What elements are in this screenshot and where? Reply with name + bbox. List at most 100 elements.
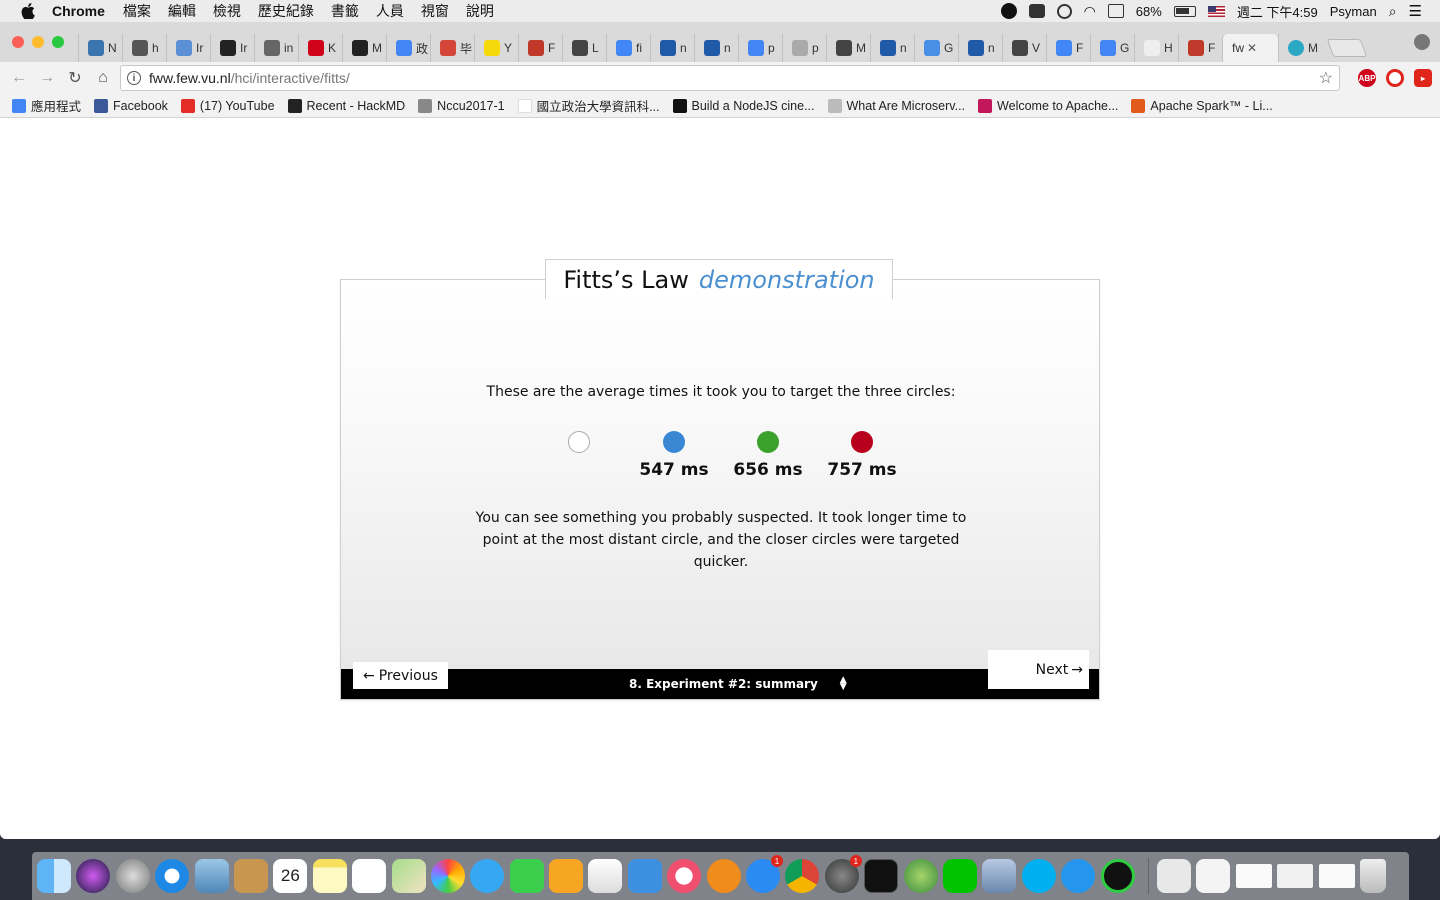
tab-22[interactable]: F <box>1046 34 1090 62</box>
reminders-icon[interactable] <box>352 859 387 893</box>
sync-status-icon[interactable] <box>1056 3 1072 19</box>
window-thumbnail-3-icon[interactable] <box>1318 864 1355 888</box>
tab-5[interactable]: K <box>298 34 342 62</box>
tab-17[interactable]: M <box>826 34 870 62</box>
tab-11[interactable]: L <box>562 34 606 62</box>
tab-4[interactable]: in <box>254 34 298 62</box>
photos-icon[interactable] <box>430 859 465 893</box>
airplay-icon[interactable] <box>1107 4 1124 18</box>
skype-icon[interactable] <box>1021 859 1056 893</box>
profile-avatar-icon[interactable] <box>1414 34 1430 50</box>
tab-active-fitts[interactable]: fw ✕ <box>1222 34 1278 62</box>
docker-status-icon[interactable] <box>1028 4 1045 18</box>
green-cloud-icon[interactable] <box>1100 859 1135 893</box>
window-minimize-icon[interactable] <box>32 36 44 48</box>
address-bar[interactable]: i fww.few.vu.nl /hci/interactive/fitts/ … <box>120 65 1340 91</box>
documents-stack-icon[interactable] <box>1156 859 1191 893</box>
clock[interactable]: 週二 下午4:59 <box>1237 2 1318 21</box>
messages-icon[interactable] <box>470 859 505 893</box>
bookmark-item[interactable]: 應用程式 <box>12 96 81 115</box>
tab-close-icon[interactable]: ✕ <box>1247 41 1257 55</box>
mail-bird-icon[interactable] <box>194 859 229 893</box>
line-app-icon[interactable] <box>942 859 977 893</box>
tab-25[interactable]: F <box>1178 34 1222 62</box>
tab-10[interactable]: F <box>518 34 562 62</box>
bookmark-item[interactable]: Apache Spark™ - Li... <box>1131 98 1273 113</box>
tab-6[interactable]: M <box>342 34 386 62</box>
bookmark-item[interactable]: Welcome to Apache... <box>978 98 1118 113</box>
window-zoom-icon[interactable] <box>52 36 64 48</box>
safari-icon[interactable] <box>155 859 190 893</box>
tab-8[interactable]: 毕 <box>430 34 474 62</box>
system-preferences-icon[interactable]: 1 <box>824 855 862 893</box>
chrome-icon[interactable] <box>785 859 820 893</box>
tab-1[interactable]: h <box>122 34 166 62</box>
siri-icon[interactable] <box>76 859 111 893</box>
new-tab-button[interactable] <box>1326 39 1368 57</box>
reload-icon[interactable]: ↻ <box>64 67 86 89</box>
calendar-icon[interactable]: 26 <box>273 859 308 893</box>
spotlight-search-icon[interactable]: ⌕ <box>1389 3 1397 20</box>
docker-edge-icon[interactable] <box>1061 859 1096 893</box>
extension-red-icon[interactable]: ▸ <box>1414 69 1432 87</box>
bookmark-item[interactable]: Build a NodeJS cine... <box>672 98 815 113</box>
preview-icon[interactable] <box>982 859 1017 893</box>
contacts-icon[interactable] <box>233 859 268 893</box>
menu-people[interactable]: 人員 <box>376 1 404 21</box>
tab-9[interactable]: Y <box>474 34 518 62</box>
terminal-icon[interactable] <box>864 859 899 893</box>
launchpad-icon[interactable] <box>115 859 150 893</box>
window-thumbnail-1-icon[interactable] <box>1235 864 1272 888</box>
window-thumbnail-2-icon[interactable] <box>1277 864 1314 888</box>
bookmark-item[interactable]: (17) YouTube <box>180 98 275 113</box>
battery-icon[interactable] <box>1173 5 1196 17</box>
bookmark-item[interactable]: Facebook <box>94 98 168 113</box>
android-studio-icon[interactable] <box>903 859 938 893</box>
forward-arrow-icon[interactable]: → <box>36 67 58 89</box>
home-icon[interactable]: ⌂ <box>92 67 114 89</box>
ibooks-icon[interactable] <box>706 859 741 893</box>
window-close-icon[interactable] <box>12 36 24 48</box>
menu-window[interactable]: 視窗 <box>421 1 449 21</box>
tab-12[interactable]: fi <box>606 34 650 62</box>
step-select[interactable]: 8. Experiment #2: summary ▲ ▼ <box>629 669 847 699</box>
facetime-icon[interactable] <box>509 859 544 893</box>
tab-after-active[interactable]: M <box>1278 34 1322 62</box>
bookmark-item[interactable]: 國立政治大學資訊科... <box>517 96 660 115</box>
line-status-icon[interactable] <box>1000 3 1017 19</box>
finder-icon[interactable] <box>37 859 71 893</box>
next-button[interactable]: Next → <box>988 650 1089 689</box>
tab-14[interactable]: n <box>694 34 738 62</box>
apple-menu-icon[interactable] <box>18 0 38 22</box>
menu-edit[interactable]: 編輯 <box>168 1 196 21</box>
notification-center-icon[interactable]: ☰ <box>1409 2 1422 20</box>
tab-19[interactable]: G <box>914 34 958 62</box>
tab-18[interactable]: n <box>870 34 914 62</box>
app-store-icon[interactable]: 1 <box>746 855 784 893</box>
bookmark-item[interactable]: What Are Microserv... <box>827 98 965 113</box>
tab-20[interactable]: n <box>958 34 1002 62</box>
tab-13[interactable]: n <box>650 34 694 62</box>
menu-bookmarks[interactable]: 書籤 <box>331 1 359 21</box>
tab-21[interactable]: V <box>1002 34 1046 62</box>
opera-icon[interactable] <box>1386 69 1404 87</box>
back-arrow-icon[interactable]: ← <box>8 67 30 89</box>
itunes-icon[interactable] <box>667 859 702 893</box>
menu-view[interactable]: 檢視 <box>213 1 241 21</box>
tab-16[interactable]: p <box>782 34 826 62</box>
app-menu-chrome[interactable]: Chrome <box>52 3 105 19</box>
us-flag-icon[interactable] <box>1207 5 1225 17</box>
pages-icon[interactable] <box>549 859 584 893</box>
site-info-icon[interactable]: i <box>127 71 141 85</box>
notes-icon[interactable] <box>312 859 347 893</box>
bookmark-item[interactable]: Recent - HackMD <box>287 98 405 113</box>
adblock-plus-icon[interactable]: ABP <box>1358 69 1376 87</box>
keynote-icon[interactable] <box>627 859 662 893</box>
trash-icon[interactable] <box>1359 859 1386 893</box>
tab-23[interactable]: G <box>1090 34 1134 62</box>
wifi-icon[interactable]: ◠ <box>1084 3 1096 20</box>
user-name[interactable]: Psyman <box>1330 4 1377 19</box>
previous-button[interactable]: ← Previous <box>353 662 448 689</box>
bookmark-item[interactable]: Nccu2017-1 <box>418 98 505 113</box>
numbers-icon[interactable] <box>588 859 623 893</box>
